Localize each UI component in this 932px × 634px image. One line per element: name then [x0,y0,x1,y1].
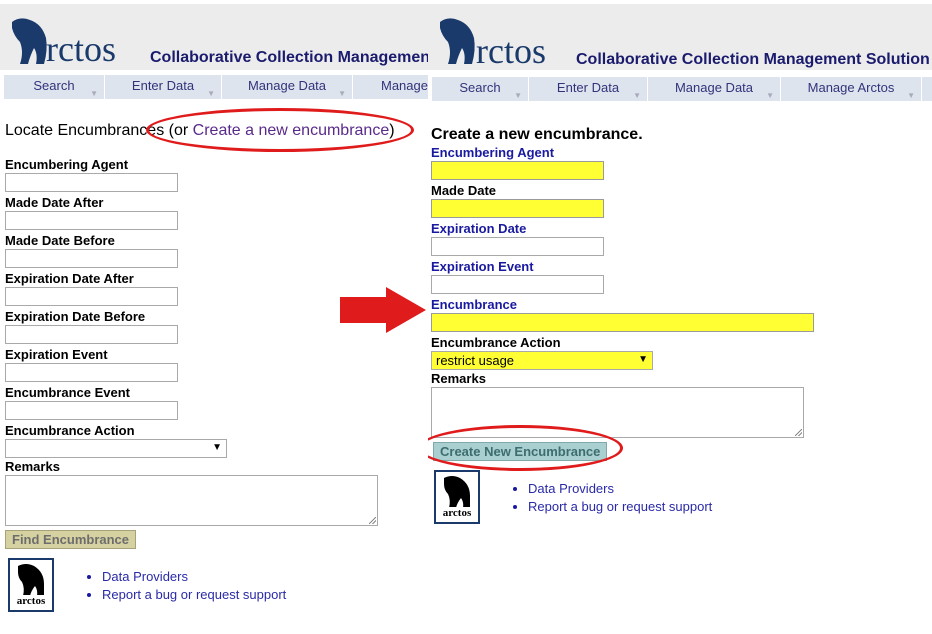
encumbrance-action-label: Encumbrance Action [431,335,561,350]
create-new-encumbrance-button[interactable]: Create New Encumbrance [433,442,608,461]
list-item: Data Providers [102,568,286,586]
encumbering-agent-input[interactable] [431,161,604,180]
site-header: rctos Collaborative Collection Managemen… [428,4,932,101]
chevron-down-icon: ▼ [633,91,641,100]
menu-manage-label: Manage [381,78,428,93]
remarks-textarea[interactable] [5,475,378,526]
app-title: Collaborative Collection Managemen [150,49,428,66]
dropdown-caret-icon: ▼ [638,354,648,365]
polar-bear-logo-icon [12,18,47,64]
chevron-down-icon: ▼ [90,89,98,98]
menu-manage-data[interactable]: Manage Data ▼ [648,77,781,101]
chevron-down-icon: ▼ [766,91,774,100]
footer-arctos-logo[interactable]: arctos [434,470,480,524]
footer-links: Data Providers Report a bug or request s… [506,480,712,516]
menu-enter-data[interactable]: Enter Data ▼ [105,75,222,99]
app-title: Collaborative Collection Management Solu… [576,51,930,68]
made-date-before-input[interactable] [5,249,178,268]
page-heading-suffix: ) [389,122,395,139]
expiration-event-input[interactable] [431,275,604,294]
chevron-down-icon: ▼ [338,89,346,98]
encumbrance-action-label: Encumbrance Action [5,423,135,438]
encumbering-agent-label: Encumbering Agent [5,157,129,172]
made-date-after-label: Made Date After [5,195,104,210]
arctos-logo[interactable] [436,14,478,66]
arctos-logo[interactable] [8,14,50,66]
polar-bear-logo-icon [18,564,44,596]
menu-manage-data-label: Manage Data [247,78,327,93]
dropdown-caret-icon: ▼ [212,442,222,453]
footer-arctos-logo[interactable]: arctos [8,558,54,612]
menu-manage-arctos-label: Manage Arctos [807,80,895,95]
encumbrance-event-input[interactable] [5,401,178,420]
remarks-label: Remarks [5,459,60,474]
expiration-date-before-input[interactable] [5,325,178,344]
main-menu: Search ▼ Enter Data ▼ Manage Data ▼ Manage … [432,76,932,101]
chevron-down-icon: ▼ [514,91,522,100]
expiration-event-label: Expiration Event [5,347,108,362]
data-providers-link[interactable]: Data Providers [528,481,614,496]
data-providers-link[interactable]: Data Providers [102,569,188,584]
encumbering-agent-label: Encumbering Agent [431,145,555,160]
expiration-date-after-input[interactable] [5,287,178,306]
menu-search[interactable]: Search ▼ [432,77,529,101]
footer-logo-tag: arctos [438,507,476,520]
create-encumbrance-screen: rctos Collaborative Collection Managemen… [428,0,932,634]
right-arrow-annotation-icon [340,287,426,333]
encumbrance-label: Encumbrance [431,297,517,312]
expiration-date-after-label: Expiration Date After [5,271,134,286]
list-item: Data Providers [528,480,712,498]
chevron-down-icon: ▼ [207,89,215,98]
list-item: Report a bug or request support [528,498,712,516]
encumbrance-action-value: restrict usage [436,353,515,368]
menu-manage[interactable]: Manage [353,75,428,99]
find-encumbrance-button[interactable]: Find Encumbrance [5,530,137,549]
list-item: Report a bug or request support [102,586,286,604]
encumbrance-event-label: Encumbrance Event [5,385,130,400]
made-date-input[interactable] [431,199,604,218]
menu-manage-data-label: Manage Data [674,80,754,95]
made-date-after-input[interactable] [5,211,178,230]
footer-logo-tag: arctos [12,595,50,608]
main-menu: Search ▼ Enter Data ▼ Manage Data ▼ Manage [4,74,428,99]
logo-wordmark: rctos [46,29,116,69]
create-new-encumbrance-link[interactable]: Create a new encumbrance [193,122,390,139]
report-bug-link[interactable]: Report a bug or request support [102,587,286,602]
menu-manage-data[interactable]: Manage Data ▼ [222,75,353,99]
menu-enter-data[interactable]: Enter Data ▼ [529,77,648,101]
site-header: rctos Collaborative Collection Managemen… [0,4,428,99]
menu-enter-data-label: Enter Data [131,78,195,93]
polar-bear-logo-icon [440,18,475,64]
page-heading-text: Locate Encumbrances (or [5,122,193,139]
encumbrance-input[interactable] [431,313,814,332]
encumbrance-action-select[interactable]: ▼ [5,439,227,458]
encumbrance-action-select[interactable]: restrict usage ▼ [431,351,653,370]
menu-search[interactable]: Search ▼ [4,75,105,99]
report-bug-link[interactable]: Report a bug or request support [528,499,712,514]
made-date-label: Made Date [431,183,497,198]
polar-bear-logo-icon [444,476,470,508]
remarks-textarea[interactable] [431,387,804,438]
page-heading: Locate Encumbrances (or Create a new enc… [5,122,395,140]
expiration-date-label: Expiration Date [431,221,527,236]
resize-grip-icon[interactable] [795,429,802,436]
expiration-event-label: Expiration Event [431,259,534,274]
expiration-date-input[interactable] [431,237,604,256]
logo-wordmark: rctos [476,31,546,71]
menu-enter-data-label: Enter Data [556,80,620,95]
expiration-event-input[interactable] [5,363,178,382]
page-title: Create a new encumbrance. [431,126,643,143]
remarks-label: Remarks [431,371,486,386]
expiration-date-before-label: Expiration Date Before [5,309,146,324]
menu-search-label: Search [33,78,75,93]
menu-manage-arctos[interactable]: Manage Arctos ▼ [781,77,922,101]
chevron-down-icon: ▼ [907,91,915,100]
encumbering-agent-input[interactable] [5,173,178,192]
made-date-before-label: Made Date Before [5,233,115,248]
footer-links: Data Providers Report a bug or request s… [80,568,286,604]
menu-search-label: Search [459,80,501,95]
resize-grip-icon[interactable] [369,517,376,524]
